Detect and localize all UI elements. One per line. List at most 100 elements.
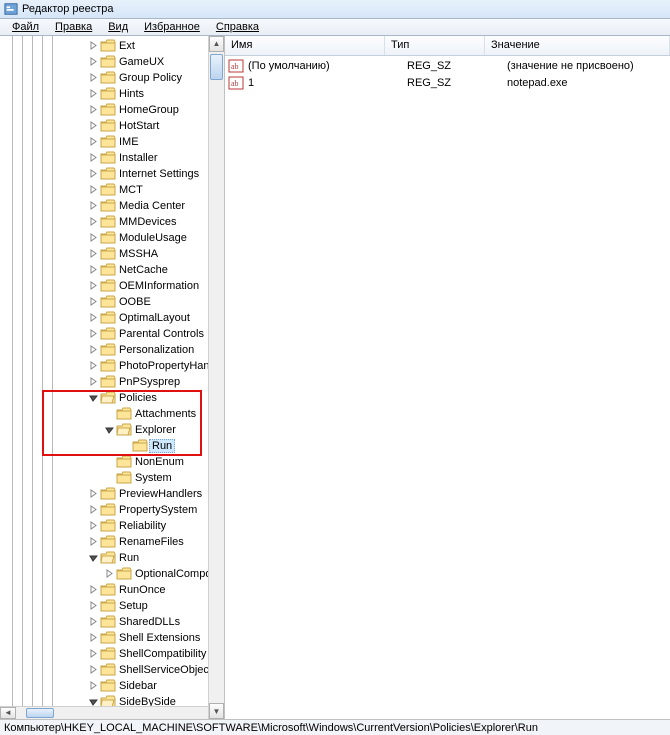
tree-item[interactable]: IME [55, 134, 224, 150]
expand-icon[interactable] [87, 488, 99, 500]
tree-item[interactable]: OptimalLayout [55, 310, 224, 326]
values-list[interactable]: ab (По умолчанию) REG_SZ (значение не пр… [225, 56, 670, 720]
tree-item[interactable]: PnPSysprep [55, 374, 224, 390]
scroll-up-button[interactable]: ▲ [209, 36, 224, 52]
scroll-left-button[interactable]: ◄ [0, 707, 16, 720]
expand-icon[interactable] [87, 360, 99, 372]
tree-item[interactable]: PreviewHandlers [55, 486, 224, 502]
tree-item[interactable]: OEMInformation [55, 278, 224, 294]
expand-icon[interactable] [87, 168, 99, 180]
tree-item[interactable]: OOBE [55, 294, 224, 310]
tree-item[interactable]: Attachments [55, 406, 224, 422]
col-value[interactable]: Значение [485, 36, 670, 55]
tree-item[interactable]: MCT [55, 182, 224, 198]
expand-icon[interactable] [87, 232, 99, 244]
tree-item[interactable]: Policies [55, 390, 224, 406]
tree-item[interactable]: HomeGroup [55, 102, 224, 118]
tree-item[interactable]: Shell Extensions [55, 630, 224, 646]
expand-icon[interactable] [87, 88, 99, 100]
expand-icon[interactable] [87, 616, 99, 628]
tree-item[interactable]: SharedDLLs [55, 614, 224, 630]
menu-favorites[interactable]: Избранное [136, 19, 208, 35]
scroll-track-h[interactable] [16, 707, 208, 720]
menu-edit[interactable]: Правка [47, 19, 100, 35]
tree-item[interactable]: Hints [55, 86, 224, 102]
tree-item[interactable]: Reliability [55, 518, 224, 534]
expand-icon[interactable] [87, 264, 99, 276]
col-name[interactable]: Имя [225, 36, 385, 55]
expand-icon[interactable] [103, 424, 115, 436]
scroll-thumb[interactable] [210, 54, 223, 80]
expand-icon[interactable] [87, 216, 99, 228]
expand-icon[interactable] [87, 280, 99, 292]
expand-icon[interactable] [87, 680, 99, 692]
expand-icon[interactable] [87, 184, 99, 196]
tree-item[interactable]: RenameFiles [55, 534, 224, 550]
menu-file[interactable]: Файл [4, 19, 47, 35]
scroll-down-button[interactable]: ▼ [209, 703, 224, 719]
expand-icon[interactable] [87, 584, 99, 596]
tree-item[interactable]: SideBySide [55, 694, 224, 706]
expand-icon[interactable] [87, 312, 99, 324]
tree-item[interactable]: Personalization [55, 342, 224, 358]
tree-item[interactable]: PhotoPropertyHandler [55, 358, 224, 374]
tree-item[interactable]: OptionalComponent [55, 566, 224, 582]
expand-icon[interactable] [87, 600, 99, 612]
tree-item[interactable]: GameUX [55, 54, 224, 70]
expand-icon[interactable] [87, 104, 99, 116]
value-row[interactable]: ab (По умолчанию) REG_SZ (значение не пр… [225, 58, 670, 75]
expand-icon[interactable] [87, 344, 99, 356]
menu-help[interactable]: Справка [208, 19, 267, 35]
tree-item[interactable]: Installer [55, 150, 224, 166]
expand-icon[interactable] [87, 152, 99, 164]
tree-item[interactable]: Run [55, 550, 224, 566]
expand-icon[interactable] [87, 520, 99, 532]
expand-icon[interactable] [87, 536, 99, 548]
tree-vertical-scrollbar[interactable]: ▲ ▼ [208, 36, 224, 720]
expand-icon[interactable] [87, 648, 99, 660]
tree-item[interactable]: MMDevices [55, 214, 224, 230]
expand-icon[interactable] [87, 504, 99, 516]
tree-item[interactable]: Run [55, 438, 224, 454]
tree-item[interactable]: Ext [55, 38, 224, 54]
expand-icon[interactable] [103, 568, 115, 580]
col-type[interactable]: Тип [385, 36, 485, 55]
tree[interactable]: Ext GameUX Group Policy Hints HomeGroup … [0, 36, 224, 706]
tree-item[interactable]: Setup [55, 598, 224, 614]
tree-item[interactable]: RunOnce [55, 582, 224, 598]
expand-icon[interactable] [87, 696, 99, 706]
tree-item[interactable]: Media Center [55, 198, 224, 214]
menu-view[interactable]: Вид [100, 19, 136, 35]
tree-item[interactable]: PropertySystem [55, 502, 224, 518]
expand-icon[interactable] [87, 664, 99, 676]
expand-icon[interactable] [87, 40, 99, 52]
tree-horizontal-scrollbar[interactable]: ◄ ► [0, 706, 224, 720]
expand-icon[interactable] [87, 328, 99, 340]
expand-icon[interactable] [87, 552, 99, 564]
tree-item[interactable]: Explorer [55, 422, 224, 438]
expand-icon[interactable] [87, 136, 99, 148]
expand-icon[interactable] [87, 56, 99, 68]
expand-icon[interactable] [87, 296, 99, 308]
tree-item[interactable]: Parental Controls [55, 326, 224, 342]
tree-item[interactable]: Group Policy [55, 70, 224, 86]
tree-item[interactable]: NonEnum [55, 454, 224, 470]
tree-item[interactable]: System [55, 470, 224, 486]
expand-icon[interactable] [87, 632, 99, 644]
tree-item[interactable]: ModuleUsage [55, 230, 224, 246]
expand-icon[interactable] [87, 200, 99, 212]
tree-item[interactable]: Internet Settings [55, 166, 224, 182]
expand-icon[interactable] [87, 72, 99, 84]
tree-item[interactable]: ShellServiceObjectDelay [55, 662, 224, 678]
expand-icon[interactable] [87, 120, 99, 132]
tree-item[interactable]: HotStart [55, 118, 224, 134]
expand-icon[interactable] [87, 248, 99, 260]
tree-item[interactable]: Sidebar [55, 678, 224, 694]
scroll-track[interactable] [209, 52, 224, 704]
tree-item[interactable]: ShellCompatibility [55, 646, 224, 662]
expand-icon[interactable] [87, 392, 99, 404]
tree-item[interactable]: MSSHA [55, 246, 224, 262]
tree-item[interactable]: NetCache [55, 262, 224, 278]
scroll-thumb-h[interactable] [26, 708, 54, 719]
value-row[interactable]: ab 1 REG_SZ notepad.exe [225, 75, 670, 92]
